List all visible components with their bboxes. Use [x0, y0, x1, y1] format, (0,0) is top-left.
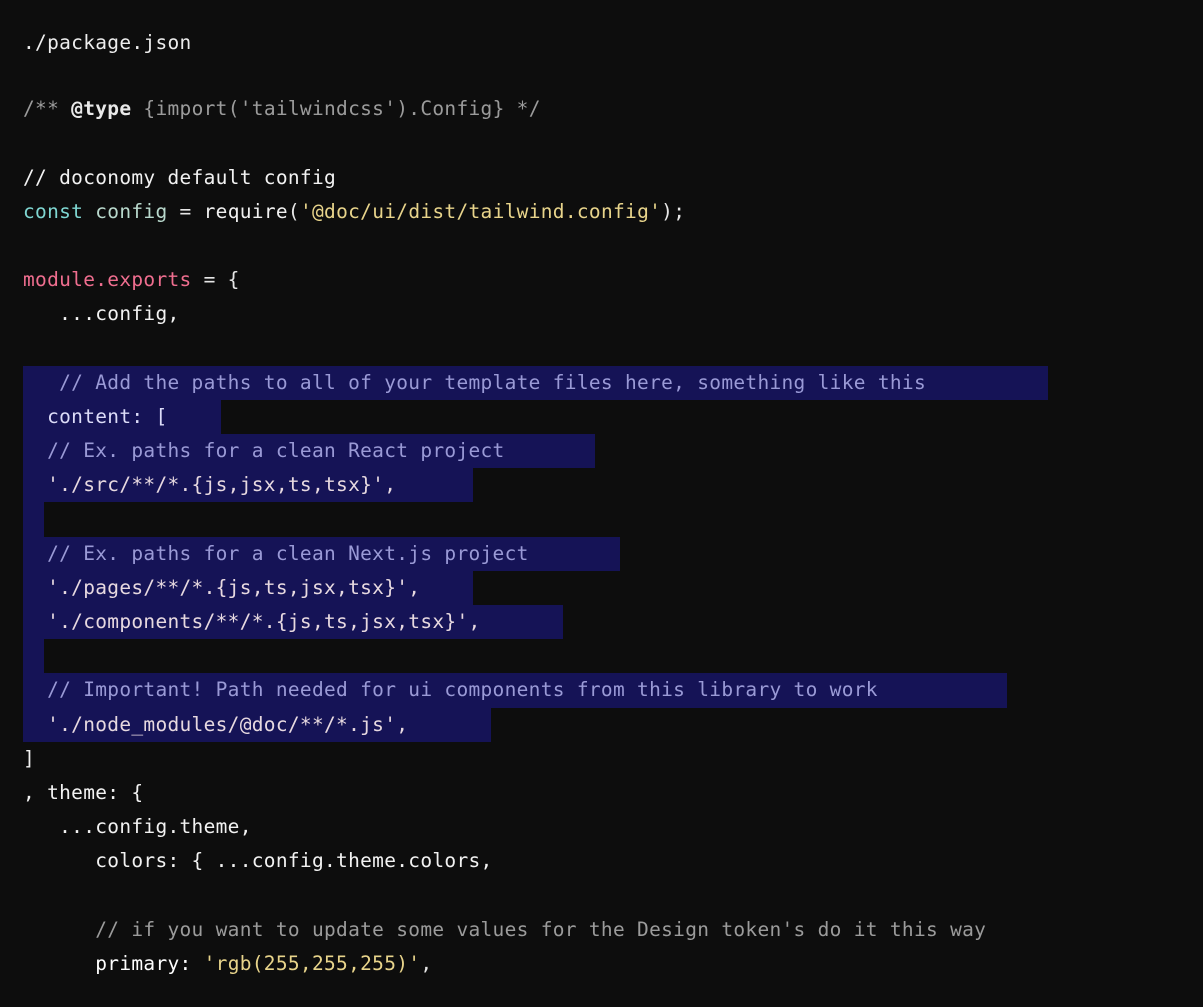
code-token: module.exports	[23, 268, 192, 292]
code-line[interactable]: './components/**/*.{js,ts,jsx,tsx}',	[0, 605, 1203, 640]
code-token: colors: { ...config.theme.colors,	[23, 849, 493, 873]
code-token: // doconomy default config	[23, 165, 337, 189]
code-line-text: // Add the paths to all of your template…	[23, 371, 926, 394]
code-token: /**	[23, 97, 72, 121]
code-token: // Add the paths to all of your template…	[23, 370, 926, 394]
code-line[interactable]: const config = require('@doc/ui/dist/tai…	[0, 195, 1203, 229]
code-token: ...config,	[23, 302, 180, 326]
selection-highlight	[23, 639, 44, 674]
code-token: '@doc/ui/dist/tailwind.config'	[299, 199, 662, 223]
code-line-text: './src/**/*.{js,jsx,ts,tsx}',	[23, 473, 396, 496]
code-token: = {	[191, 268, 240, 292]
code-line-text: // Important! Path needed for ui compone…	[23, 678, 878, 701]
code-line[interactable]: // Ex. paths for a clean React project	[0, 434, 1203, 469]
code-token: './components/**/*.{js,ts,jsx,tsx}',	[23, 610, 481, 633]
code-content[interactable]: /** @type {import('tailwindcss').Config}…	[0, 58, 1203, 981]
code-token: primary:	[23, 951, 204, 975]
code-line[interactable]: content: [	[0, 399, 1203, 435]
code-line[interactable]	[0, 879, 1203, 913]
code-line[interactable]	[0, 332, 1203, 366]
code-token: );	[661, 199, 686, 223]
code-token: , theme: {	[23, 780, 144, 804]
code-line[interactable]	[0, 58, 1203, 92]
code-line-text: ...config.theme,	[23, 815, 252, 838]
code-line[interactable]: // Ex. paths for a clean Next.js project	[0, 536, 1203, 571]
code-token: content: [	[23, 404, 168, 428]
code-token: ...config.theme,	[23, 815, 252, 839]
code-line[interactable]: module.exports = {	[0, 263, 1203, 297]
code-line-text: ]	[23, 747, 35, 770]
code-line-text: module.exports = {	[23, 268, 240, 291]
code-line[interactable]: // Important! Path needed for ui compone…	[0, 673, 1203, 708]
code-token: './pages/**/*.{js,ts,jsx,tsx}',	[23, 575, 421, 599]
code-token: './node_modules/@doc/**/*.js',	[23, 712, 409, 736]
code-line[interactable]: colors: { ...config.theme.colors,	[0, 844, 1203, 878]
code-line-text: primary: 'rgb(255,255,255)',	[23, 952, 432, 975]
code-line-text: // if you want to update some values for…	[23, 918, 986, 941]
code-token: // Ex. paths for a clean React project	[23, 439, 505, 463]
code-line-text: , theme: {	[23, 781, 143, 804]
code-line[interactable]: ...config.theme,	[0, 810, 1203, 844]
code-line-text: content: [	[23, 405, 167, 428]
code-line[interactable]	[0, 126, 1203, 160]
code-line[interactable]: ]	[0, 742, 1203, 776]
code-token: @type	[71, 97, 132, 121]
code-line[interactable]	[0, 502, 1203, 537]
selection-highlight	[23, 502, 44, 537]
code-line[interactable]: ...config,	[0, 297, 1203, 331]
code-token: const	[23, 199, 84, 223]
code-line[interactable]: // doconomy default config	[0, 161, 1203, 195]
code-line-text: colors: { ...config.theme.colors,	[23, 849, 493, 872]
code-line-text: // doconomy default config	[23, 166, 336, 189]
code-line-text: const config = require('@doc/ui/dist/tai…	[23, 200, 685, 223]
code-token: (	[287, 199, 300, 223]
code-token: // Important! Path needed for ui compone…	[23, 678, 878, 702]
code-line[interactable]: // Add the paths to all of your template…	[0, 365, 1203, 400]
code-line[interactable]: './pages/**/*.{js,ts,jsx,tsx}',	[0, 570, 1203, 605]
code-token: =	[179, 199, 204, 223]
code-token: './src/**/*.{js,jsx,ts,tsx}',	[23, 473, 397, 497]
code-token: {import('tailwindcss').Config} */	[131, 97, 541, 121]
code-line[interactable]: , theme: {	[0, 776, 1203, 810]
code-token: ]	[23, 746, 36, 770]
code-line[interactable]: './node_modules/@doc/**/*.js',	[0, 707, 1203, 742]
code-token: config	[83, 199, 180, 223]
code-line[interactable]: primary: 'rgb(255,255,255)',	[0, 947, 1203, 981]
code-line[interactable]	[0, 639, 1203, 674]
code-line[interactable]: './src/**/*.{js,jsx,ts,tsx}',	[0, 468, 1203, 503]
code-line-text: './pages/**/*.{js,ts,jsx,tsx}',	[23, 576, 420, 599]
code-token: // if you want to update some values for…	[23, 917, 987, 941]
code-line-text: /** @type {import('tailwindcss').Config}…	[23, 97, 541, 120]
code-line-text: './components/**/*.{js,ts,jsx,tsx}',	[23, 610, 481, 633]
code-token: ,	[420, 951, 433, 975]
code-token: 'rgb(255,255,255)'	[203, 951, 421, 975]
code-line-text: ...config,	[23, 302, 180, 325]
code-editor[interactable]: ./package.json /** @type {import('tailwi…	[0, 0, 1203, 1007]
code-line[interactable]	[0, 229, 1203, 263]
code-line-text: // Ex. paths for a clean Next.js project	[23, 542, 529, 565]
code-line-text: './node_modules/@doc/**/*.js',	[23, 713, 408, 736]
code-line[interactable]: /** @type {import('tailwindcss').Config}…	[0, 92, 1203, 126]
code-token: // Ex. paths for a clean Next.js project	[23, 541, 529, 565]
code-token: require	[203, 199, 288, 223]
code-line-text: // Ex. paths for a clean React project	[23, 439, 505, 462]
file-path-label: ./package.json	[23, 31, 192, 54]
code-line[interactable]: // if you want to update some values for…	[0, 913, 1203, 947]
